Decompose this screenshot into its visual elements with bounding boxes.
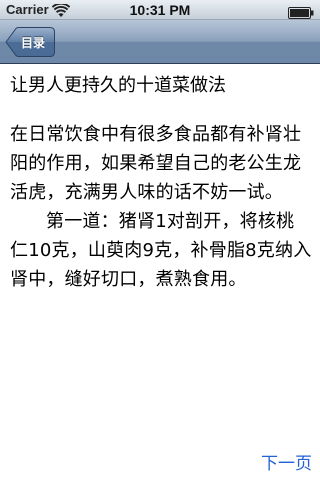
back-button[interactable]: 目录 xyxy=(5,27,55,57)
article-content: 让男人更持久的十道菜做法 在日常饮食中有很多食品都有补肾壮阳的作用，如果希望自己… xyxy=(10,72,312,294)
battery-icon xyxy=(288,4,314,19)
article-paragraph-recipe-1: 第一道：猪肾1对剖开，将核桃仁10克，山萸肉9克，补骨脂8克纳入肾中，缝好切口，… xyxy=(10,211,312,290)
next-page-link[interactable]: 下一页 xyxy=(261,449,312,474)
status-bar: Carrier 10:31 PM xyxy=(0,0,320,20)
clock: 10:31 PM xyxy=(129,2,191,18)
article-paragraph-intro: 在日常饮食中有很多食品都有补肾壮阳的作用，如果希望自己的老公生龙活虎，充满男人味… xyxy=(10,124,302,203)
screen: Carrier 10:31 PM 目录 让男人更持久的十道菜做法 在日常饮食中有… xyxy=(0,0,320,480)
back-button-label: 目录 xyxy=(21,36,46,50)
article-title: 让男人更持久的十道菜做法 xyxy=(10,75,226,96)
navigation-bar: 目录 xyxy=(0,20,320,64)
